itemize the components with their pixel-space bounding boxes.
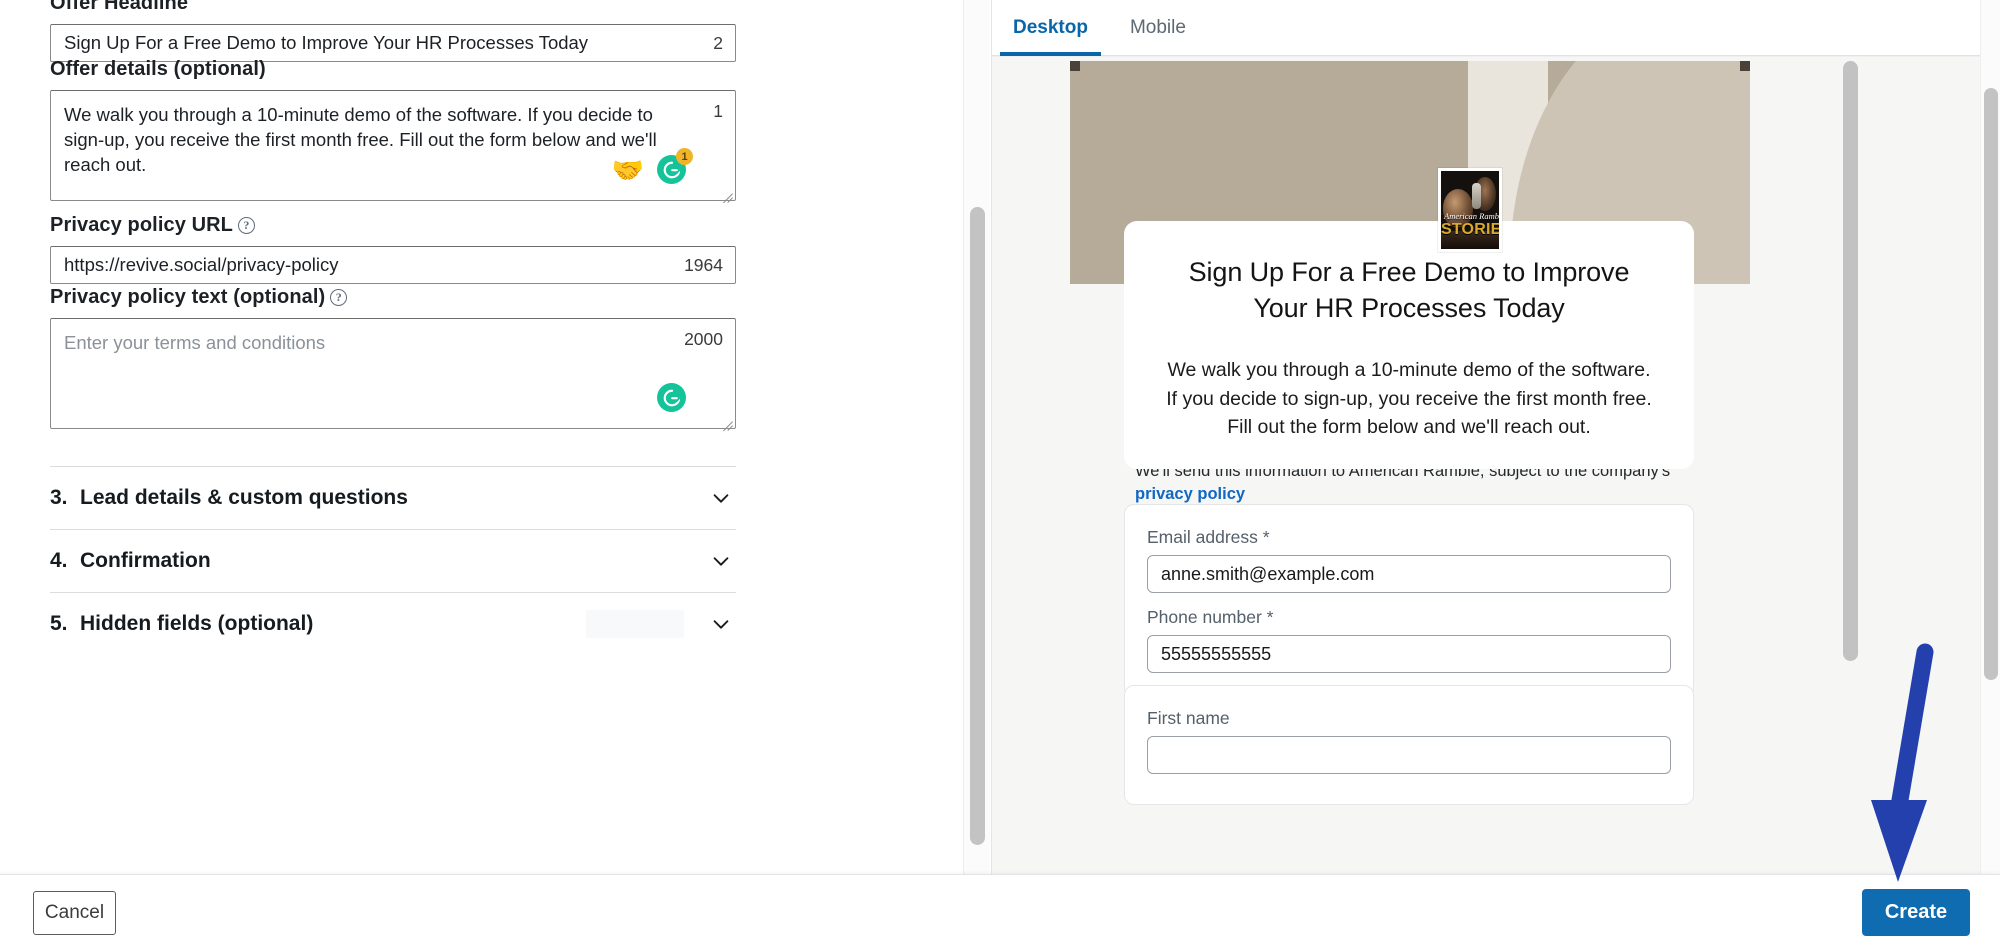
chevron-down-icon[interactable] xyxy=(710,613,732,635)
tab-desktop[interactable]: Desktop xyxy=(992,0,1109,56)
dialog-footer: Cancel Create xyxy=(0,874,2000,951)
editor-assist-widgets-2 xyxy=(657,383,686,412)
preview-phone-label: Phone number * xyxy=(1147,607,1274,627)
tab-mobile[interactable]: Mobile xyxy=(1109,0,1207,56)
privacy-url-input[interactable] xyxy=(50,246,736,284)
grammarly-icon[interactable]: 1 xyxy=(657,148,693,184)
preview-canvas: American Ramble STORIES Sign Up For a Fr… xyxy=(992,56,1980,874)
hidden-fields-placeholder-badge xyxy=(586,610,684,638)
preview-panel: Desktop Mobile American Ramble STORIE xyxy=(992,0,1980,874)
privacy-url-label-text: Privacy policy URL xyxy=(50,214,233,236)
chevron-down-icon[interactable] xyxy=(710,550,732,572)
privacy-text-field-group: Privacy policy text (optional)? 2000 xyxy=(50,286,736,429)
preview-scrollbar[interactable] xyxy=(1839,61,1864,671)
lead-form-editor-screen: Offer Headline 2 Offer details (optional… xyxy=(0,0,2000,951)
preview-field-group-contact: Email address * Phone number * xyxy=(1124,504,1694,698)
privacy-text-label-text: Privacy policy text (optional) xyxy=(50,286,326,308)
preview-tabbar: Desktop Mobile xyxy=(992,0,1980,56)
offer-details-field-group: Offer details (optional) 1 🤝 xyxy=(50,58,736,201)
question-mark-icon[interactable]: ? xyxy=(330,288,348,306)
section-number: 4. xyxy=(50,549,68,572)
form-panel-scrollbar[interactable] xyxy=(963,0,990,874)
preview-firstname-field: First name xyxy=(1147,708,1671,774)
section-number: 3. xyxy=(50,486,68,509)
window-scrollbar-thumb[interactable] xyxy=(1984,88,1998,680)
logo-title-text: STORIES xyxy=(1441,221,1499,238)
preview-firstname-label: First name xyxy=(1147,708,1230,728)
preview-phone-field: Phone number * xyxy=(1147,607,1671,673)
form-editor-panel: Offer Headline 2 Offer details (optional… xyxy=(0,0,978,874)
grammarly-icon[interactable] xyxy=(657,383,686,412)
preview-email-input[interactable] xyxy=(1147,555,1671,593)
chevron-down-icon[interactable] xyxy=(710,487,732,509)
offer-headline-field-group: Offer Headline 2 xyxy=(50,0,736,62)
preview-email-label: Email address * xyxy=(1147,527,1270,547)
preview-firstname-input[interactable] xyxy=(1147,736,1671,774)
cancel-button[interactable]: Cancel xyxy=(33,891,116,935)
form-panel-scrollbar-thumb[interactable] xyxy=(970,207,985,845)
sidebar-item-lead-details[interactable]: 3. Lead details & custom questions xyxy=(50,467,736,529)
privacy-text-textarea[interactable] xyxy=(50,318,736,429)
section-title: Confirmation xyxy=(80,549,211,572)
american-ramble-stories-logo: American Ramble STORIES xyxy=(1438,168,1502,252)
create-button[interactable]: Create xyxy=(1862,889,1970,936)
lead-form-card: Sign Up For a Free Demo to Improve Your … xyxy=(1124,221,1694,470)
handshake-emoji-icon[interactable]: 🤝 xyxy=(612,157,644,183)
logo-script-text: American Ramble xyxy=(1444,211,1499,221)
privacy-url-label: Privacy policy URL? xyxy=(50,214,736,237)
privacy-policy-link[interactable]: privacy policy xyxy=(1135,485,1245,503)
preview-scrollbar-thumb[interactable] xyxy=(1843,61,1858,661)
preview-email-field: Email address * xyxy=(1147,527,1671,593)
lead-form-title: Sign Up For a Free Demo to Improve Your … xyxy=(1188,257,1630,323)
collapsed-sections-list: 3. Lead details & custom questions 4. Co… xyxy=(50,466,736,655)
section-title: Hidden fields (optional) xyxy=(80,612,314,635)
editor-assist-widgets: 🤝 1 xyxy=(612,148,693,184)
grammarly-suggestion-count: 1 xyxy=(676,148,693,165)
sidebar-item-hidden-fields[interactable]: 5. Hidden fields (optional) xyxy=(50,593,736,655)
preview-phone-input[interactable] xyxy=(1147,635,1671,673)
offer-headline-input[interactable] xyxy=(50,24,736,62)
preview-field-group-name: First name xyxy=(1124,685,1694,805)
offer-details-label: Offer details (optional) xyxy=(50,58,266,80)
section-number: 5. xyxy=(50,612,68,635)
offer-headline-label: Offer Headline xyxy=(50,0,189,14)
section-title: Lead details & custom questions xyxy=(80,486,408,509)
privacy-text-label: Privacy policy text (optional)? xyxy=(50,286,736,309)
sidebar-item-confirmation[interactable]: 4. Confirmation xyxy=(50,530,736,592)
window-scrollbar[interactable] xyxy=(1980,0,2000,874)
lead-form-body: We walk you through a 10-minute demo of … xyxy=(1166,359,1652,438)
question-mark-icon[interactable]: ? xyxy=(237,216,255,234)
privacy-url-field-group: Privacy policy URL? 1964 xyxy=(50,214,736,284)
